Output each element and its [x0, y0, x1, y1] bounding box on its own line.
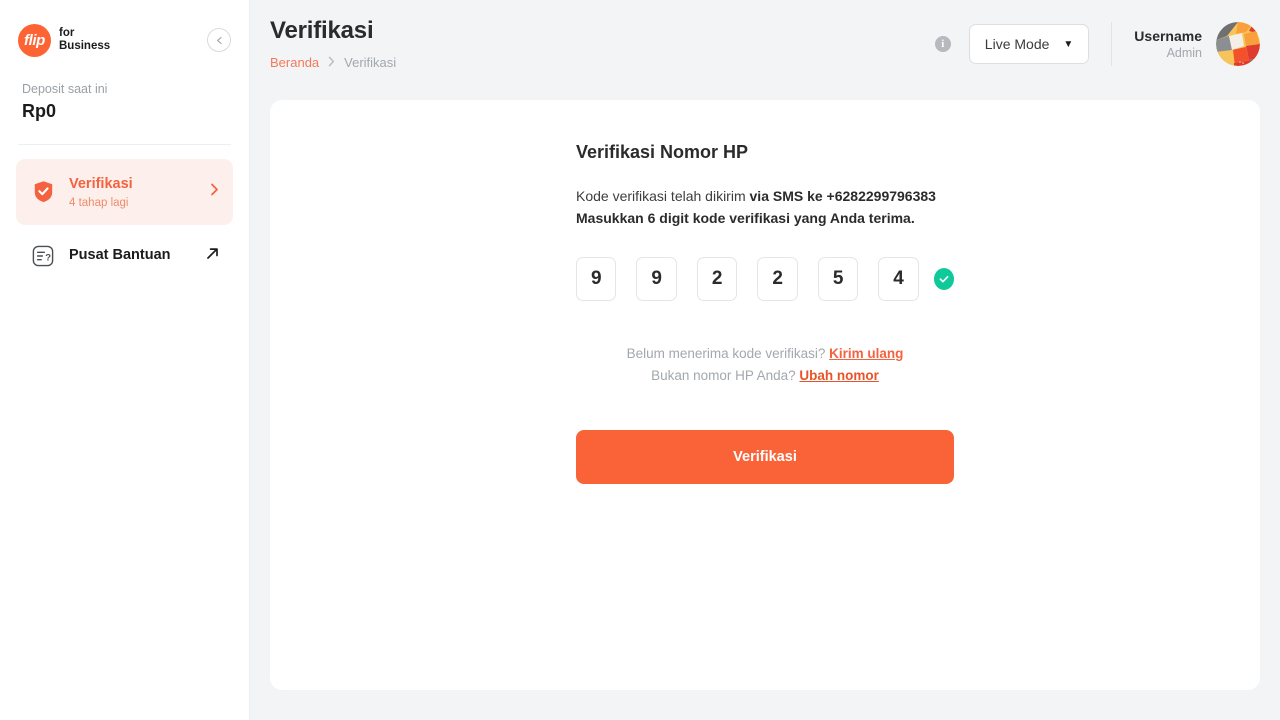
otp-input-row: 9 9 2 2 5 4 — [576, 257, 954, 302]
info-icon[interactable]: i — [934, 36, 951, 52]
chevron-down-icon: ▼ — [1063, 38, 1074, 50]
card-title: Verifikasi Nomor HP — [576, 142, 749, 162]
logo-line-for: for — [59, 27, 75, 40]
deposit-section: Deposit saat ini Rp0 — [0, 62, 249, 122]
change-number-link[interactable]: Ubah nomor — [799, 368, 879, 383]
page-head: Verifikasi Beranda Verifikasi — [270, 17, 396, 70]
sidebar-nav: Verifikasi 4 tahap lagi ? Pusat Bantuan — [0, 145, 249, 283]
chevron-left-icon — [216, 36, 222, 44]
mode-select-label: Live Mode — [984, 36, 1050, 52]
chevron-right-icon — [210, 183, 219, 200]
mode-select-dropdown[interactable]: Live Mode ▼ — [968, 24, 1090, 64]
top-bar: Verifikasi Beranda Verifikasi i Live Mod… — [250, 0, 1280, 88]
page-title: Verifikasi — [270, 17, 374, 44]
sidebar: flip for Business Deposit saat ini Rp0 V… — [0, 0, 250, 720]
sidebar-collapse-button[interactable] — [207, 28, 231, 52]
sidebar-item-label: Verifikasi — [69, 176, 133, 192]
sidebar-item-verifikasi[interactable]: Verifikasi 4 tahap lagi — [16, 159, 233, 225]
card-description: Kode verifikasi telah dikirim via SMS ke… — [576, 185, 954, 229]
breadcrumb-current: Verifikasi — [344, 55, 397, 70]
sidebar-item-pusat-bantuan-text: Pusat Bantuan — [69, 246, 193, 265]
shield-check-icon — [30, 180, 56, 203]
svg-text:?: ? — [45, 252, 51, 263]
main-area: Verifikasi Beranda Verifikasi i Live Mod… — [250, 0, 1280, 720]
logo-line-business: Business — [59, 40, 111, 52]
avatar[interactable] — [1216, 22, 1260, 66]
flip-business-logo[interactable]: flip for Business — [18, 23, 110, 57]
breadcrumb-home-link[interactable]: Beranda — [270, 55, 319, 70]
sidebar-item-sublabel: 4 tahap lagi — [69, 196, 129, 209]
resend-section: Belum menerima kode verifikasi? Kirim ul… — [576, 343, 954, 387]
otp-digit-6[interactable]: 4 — [878, 257, 919, 302]
header-divider — [1111, 22, 1113, 66]
resend-line-1: Belum menerima kode verifikasi? Kirim ul… — [576, 343, 954, 365]
sidebar-item-label: Pusat Bantuan — [69, 247, 171, 264]
top-bar-right: i Live Mode ▼ Username Admin — [934, 17, 1260, 66]
desc-text-instruction: Masukkan 6 digit kode verifikasi yang An… — [576, 210, 915, 227]
breadcrumb: Beranda Verifikasi — [270, 55, 396, 70]
sidebar-item-pusat-bantuan[interactable]: ? Pusat Bantuan — [16, 225, 233, 283]
desc-text-phone: via SMS ke +6282299796383 — [749, 188, 936, 204]
otp-digit-1[interactable]: 9 — [576, 257, 617, 302]
otp-digit-2[interactable]: 9 — [636, 257, 677, 302]
otp-digit-3[interactable]: 2 — [696, 257, 738, 302]
resend-prompt: Belum menerima kode verifikasi? — [626, 346, 830, 362]
otp-digit-5[interactable]: 5 — [817, 257, 859, 302]
change-number-prompt: Bukan nomor HP Anda? — [651, 368, 800, 384]
check-circle-icon — [933, 268, 954, 291]
verification-card: Verifikasi Nomor HP Kode verifikasi tela… — [270, 100, 1260, 690]
deposit-value: Rp0 — [22, 101, 57, 121]
otp-digit-4[interactable]: 2 — [757, 257, 798, 302]
verify-submit-button[interactable]: Verifikasi — [576, 429, 954, 484]
user-info[interactable]: Username Admin — [1134, 28, 1202, 60]
help-document-icon: ? — [30, 245, 56, 267]
external-link-arrow-icon — [206, 247, 219, 264]
logo-wordmark: for Business — [59, 27, 110, 53]
flip-logo-mark: flip — [18, 23, 51, 57]
resend-code-link[interactable]: Kirim ulang — [829, 346, 903, 361]
verification-form: Verifikasi Nomor HP Kode verifikasi tela… — [576, 142, 954, 484]
sidebar-header: flip for Business — [0, 0, 249, 62]
user-name: Username — [1134, 28, 1202, 44]
app-root: flip for Business Deposit saat ini Rp0 V… — [0, 0, 1280, 720]
user-role: Admin — [1166, 46, 1202, 60]
desc-text-normal: Kode verifikasi telah dikirim — [576, 188, 750, 204]
sidebar-item-verifikasi-text: Verifikasi 4 tahap lagi — [69, 175, 197, 209]
chevron-right-icon — [328, 56, 335, 70]
deposit-label: Deposit saat ini — [22, 82, 108, 96]
resend-line-2: Bukan nomor HP Anda? Ubah nomor — [576, 365, 954, 387]
